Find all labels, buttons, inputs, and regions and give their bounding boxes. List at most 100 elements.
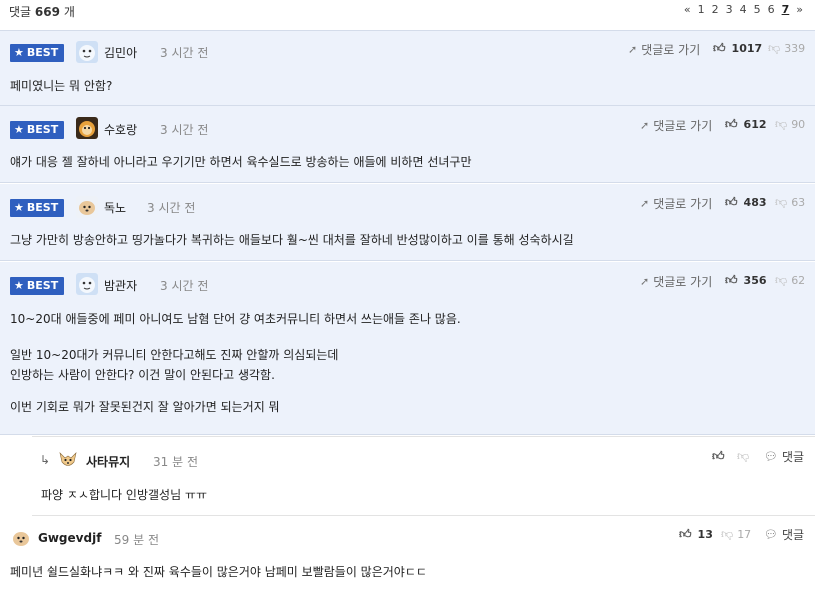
avatar[interactable] — [76, 273, 98, 295]
like-count: 13 — [697, 528, 713, 541]
comment-time: 3 시간 전 — [160, 123, 209, 137]
send-arrow-icon: ➚ — [640, 197, 650, 210]
like-button[interactable]: 👍︎ 13 — [679, 527, 713, 542]
comment-text: 페미년 쉴드실화냐ㅋㅋ 와 진짜 육수들이 많은거야 남페미 보빨람들이 많은거… — [10, 565, 427, 579]
dislike-button[interactable]: 👎︎ 62 — [775, 273, 805, 288]
thumbs-up-icon: 👍︎ — [725, 273, 738, 287]
thumbs-up-icon: 👍︎ — [725, 117, 738, 131]
pager-next[interactable]: » — [796, 3, 803, 16]
comment-count: 댓글 669 개 — [9, 3, 75, 20]
best-badge: ★ BEST — [10, 44, 65, 62]
dislike-count: 17 — [737, 528, 752, 541]
like-count: 483 — [743, 196, 767, 209]
comment-header: 댓글 669 개 « 1 2 3 4 5 6 7 » — [0, 0, 815, 22]
reply-arrow-icon: ↳ — [40, 453, 51, 467]
comment-time: 3 시간 전 — [147, 201, 196, 215]
like-button[interactable]: 👍︎ — [712, 449, 725, 464]
pager-page-current[interactable]: 7 — [782, 3, 790, 16]
thumbs-up-icon: 👍︎ — [679, 527, 692, 541]
pager-page-3[interactable]: 3 — [726, 3, 733, 16]
comment-time: 3 시간 전 — [160, 279, 209, 293]
reply-button[interactable]: 💬︎ 댓글 — [764, 448, 804, 465]
comment-time: 31 분 전 — [153, 455, 198, 469]
avatar[interactable] — [76, 117, 98, 139]
best-comment: ★ BEST 김민아 3 시간 전 ➚ 댓글로 가기 👍︎ 1017 👎︎ 339 페미… — [0, 30, 815, 106]
avatar[interactable] — [10, 527, 32, 549]
thumbs-up-icon: 👍︎ — [725, 195, 738, 209]
send-arrow-icon: ➚ — [640, 119, 650, 132]
comment-text: 페미였니는 뭐 안함? — [10, 79, 113, 93]
comment-text: 그냥 가만히 방송안하고 띵가놀다가 복귀하는 애들보다 훨~씬 대처를 잘하네… — [10, 233, 574, 247]
like-count: 356 — [743, 274, 767, 287]
reply-button[interactable]: 💬︎ 댓글 — [764, 526, 804, 543]
like-button[interactable]: 👍︎ 356 — [725, 273, 767, 288]
thumbs-down-icon: 👎︎ — [721, 527, 734, 541]
best-badge: ★ BEST — [10, 121, 65, 139]
dislike-button[interactable]: 👎︎ — [737, 449, 749, 464]
best-comment: ★ BEST 수호랑 3 시간 전 ➚ 댓글로 가기 👍︎ 612 👎︎ 90 얘가 대… — [0, 106, 815, 183]
star-icon: ★ — [14, 123, 24, 136]
pager-prev[interactable]: « — [684, 3, 691, 16]
author-nick[interactable]: 김민아 — [104, 44, 137, 61]
thumbs-up-icon: 👍︎ — [713, 41, 726, 55]
like-button[interactable]: 👍︎ 483 — [725, 195, 767, 210]
like-count: 612 — [743, 118, 767, 131]
pager-page-6[interactable]: 6 — [768, 3, 775, 16]
goto-comment-link[interactable]: ➚ 댓글로 가기 — [628, 41, 700, 58]
author-nick[interactable]: 수호랑 — [104, 121, 137, 138]
pagination: « 1 2 3 4 5 6 7 » — [684, 3, 803, 16]
thumbs-down-icon: 👎︎ — [775, 195, 788, 209]
avatar[interactable] — [76, 196, 98, 218]
avatar[interactable] — [76, 41, 98, 63]
dislike-count: 62 — [791, 274, 806, 287]
reply-comment: ↳ 사타뮤지 31 분 전 👍︎ 👎︎ 💬︎ 댓글 파양 ㅈㅅ합니다 인방갤성님 … — [32, 436, 815, 516]
dislike-button[interactable]: 👎︎ 63 — [775, 195, 805, 210]
dislike-count: 90 — [791, 118, 806, 131]
comment-time: 59 분 전 — [114, 533, 159, 547]
author-nick[interactable]: 독노 — [104, 199, 126, 216]
send-arrow-icon: ➚ — [640, 275, 650, 288]
comment-count-unit: 개 — [63, 5, 75, 19]
goto-comment-link[interactable]: ➚ 댓글로 가기 — [640, 195, 712, 212]
like-button[interactable]: 👍︎ 1017 — [713, 41, 762, 56]
dislike-button[interactable]: 👎︎ 17 — [721, 527, 751, 542]
comment-text: 얘가 대응 젤 잘하네 아니라고 우기기만 하면서 육수실드로 방송하는 애들에… — [10, 155, 472, 169]
best-comment: ★ BEST 독노 3 시간 전 ➚ 댓글로 가기 👍︎ 483 👎︎ 63 그냥 가만… — [0, 184, 815, 261]
best-badge: ★ BEST — [10, 199, 65, 217]
pager-page-5[interactable]: 5 — [754, 3, 761, 16]
thumbs-down-icon: 👎︎ — [768, 41, 781, 55]
star-icon: ★ — [14, 201, 24, 214]
pager-page-2[interactable]: 2 — [712, 3, 719, 16]
thumbs-up-icon: 👍︎ — [712, 449, 725, 463]
pager-page-1[interactable]: 1 — [698, 3, 705, 16]
thumbs-down-icon: 👎︎ — [775, 273, 788, 287]
best-comment: ★ BEST 밤관자 3 시간 전 ➚ 댓글로 가기 👍︎ 356 👎︎ 62 10~2… — [0, 262, 815, 435]
goto-comment-link[interactable]: ➚ 댓글로 가기 — [640, 273, 712, 290]
comment-count-value: 669 — [34, 5, 60, 19]
star-icon: ★ — [14, 279, 24, 292]
dislike-count: 63 — [791, 196, 806, 209]
best-badge: ★ BEST — [10, 277, 65, 295]
dislike-button[interactable]: 👎︎ 90 — [775, 117, 805, 132]
speech-bubble-icon: 💬︎ — [764, 450, 778, 463]
pager-page-4[interactable]: 4 — [740, 3, 747, 16]
author-nick[interactable]: Gwgevdjf — [38, 531, 101, 545]
author-nick[interactable]: 사타뮤지 — [86, 453, 130, 470]
goto-comment-link[interactable]: ➚ 댓글로 가기 — [640, 117, 712, 134]
avatar[interactable] — [57, 449, 79, 471]
author-nick[interactable]: 밤관자 — [104, 277, 137, 294]
comment-text: 10~20대 애들중에 페미 아니여도 남혐 단어 걍 여초커뮤니티 하면서 쓰… — [10, 312, 461, 414]
dislike-count: 339 — [784, 42, 806, 55]
star-icon: ★ — [14, 46, 24, 59]
thumbs-down-icon: 👎︎ — [737, 449, 750, 463]
speech-bubble-icon: 💬︎ — [764, 528, 778, 541]
comment-count-label: 댓글 — [9, 5, 32, 19]
like-button[interactable]: 👍︎ 612 — [725, 117, 767, 132]
comment-text: 파양 ㅈㅅ합니다 인방갤성님 ㅠㅠ — [41, 488, 208, 502]
thumbs-down-icon: 👎︎ — [775, 117, 788, 131]
comment-time: 3 시간 전 — [160, 46, 209, 60]
comment: Gwgevdjf 59 분 전 👍︎ 13 👎︎ 17 💬︎ 댓글 페미년 쉴드실화냐… — [0, 517, 815, 595]
dislike-button[interactable]: 👎︎ 339 — [768, 41, 805, 56]
send-arrow-icon: ➚ — [628, 43, 638, 56]
like-count: 1017 — [731, 42, 763, 55]
